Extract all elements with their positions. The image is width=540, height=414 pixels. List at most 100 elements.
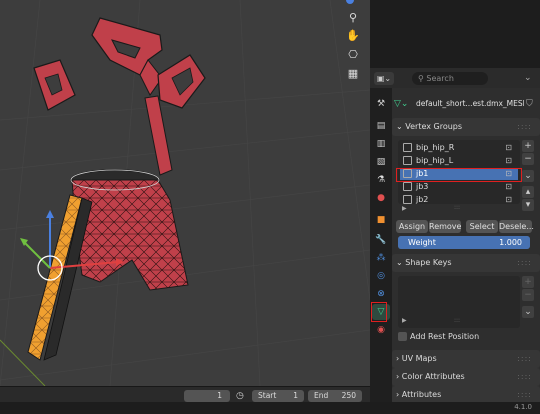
status-bar: 4.1.0 xyxy=(0,402,540,414)
chevron-down-icon[interactable]: ⌄ xyxy=(524,72,534,85)
properties-tabs: ⚒ ▤ ▥ ▧ ⚗ ● ■ 🔧 ⁂ ◎ ⊗ ▽ ◉ xyxy=(370,88,392,402)
add-shape-key-button[interactable]: + xyxy=(522,276,534,288)
properties-header: ▣⌄ ⚲ Search ⌄ xyxy=(370,68,540,88)
mesh-ring-left xyxy=(33,59,76,111)
weight-value: 1.000 xyxy=(499,238,522,247)
camera-icon[interactable]: ⎔ xyxy=(343,45,363,63)
vertex-group-label: bip_hip_L xyxy=(416,156,454,165)
mesh-data-icon[interactable]: ▽⌄ xyxy=(394,98,416,110)
attributes-title: Attributes xyxy=(401,390,442,399)
assign-button[interactable]: Assign xyxy=(396,220,428,233)
output-icon[interactable]: ▥ xyxy=(372,136,390,152)
scene-icon[interactable]: ⚗ xyxy=(372,172,390,188)
remove-vertex-group-button[interactable]: − xyxy=(522,153,534,165)
view-layer-icon[interactable]: ▧ xyxy=(372,154,390,170)
viewport-scene[interactable] xyxy=(0,0,370,386)
world-icon[interactable]: ● xyxy=(372,190,390,206)
mesh-ring-right xyxy=(157,54,206,109)
color-attributes-title: Color Attributes xyxy=(401,372,465,381)
drag-grip-icon[interactable]: :::: xyxy=(517,368,532,386)
start-value: 1 xyxy=(293,391,298,400)
start-label: Start xyxy=(258,391,277,400)
vertex-group-icon xyxy=(403,143,412,152)
list-item[interactable]: bip_hip_R ⊡ xyxy=(400,142,518,154)
version-label: 4.1.0 xyxy=(514,403,532,411)
mesh-selected-strip xyxy=(27,194,93,361)
navigation-gizmo-column: ⚲ ✋ ⎔ ▦ xyxy=(340,0,366,100)
particles-icon[interactable]: ⁂ xyxy=(372,250,390,266)
vertex-groups-title: Vertex Groups xyxy=(405,122,463,131)
drag-grip-icon[interactable]: :::: xyxy=(517,350,532,368)
lock-icon[interactable]: ⊡ xyxy=(505,155,512,167)
editor-type-button[interactable]: ▣⌄ xyxy=(374,72,394,85)
mesh-data-properties: ▽⌄ default_short...est.dmx_MESH ⛉ ⌄ Vert… xyxy=(392,88,540,402)
start-frame-field[interactable]: Start 1 xyxy=(252,390,304,402)
lock-icon[interactable]: ⊡ xyxy=(505,142,512,154)
vertex-group-label: bip_hip_R xyxy=(416,143,455,152)
resize-grip-icon[interactable]: ::: xyxy=(454,318,464,324)
weight-label: Weight xyxy=(408,238,436,247)
tool-icon[interactable]: ⚒ xyxy=(372,96,390,112)
expand-arrow-icon[interactable]: ▶ xyxy=(402,318,408,324)
3d-viewport[interactable]: ⚲ ✋ ⎔ ▦ xyxy=(0,0,370,386)
move-down-button[interactable]: ▾ xyxy=(522,199,534,211)
vertex-groups-header[interactable]: ⌄ Vertex Groups :::: xyxy=(392,118,540,136)
selection-highlight xyxy=(396,168,522,182)
vertex-group-icon xyxy=(403,195,412,204)
drag-grip-icon[interactable]: :::: xyxy=(517,386,532,402)
list-item[interactable]: bip_hip_L ⊡ xyxy=(400,155,518,167)
mesh-strap xyxy=(144,95,173,176)
uv-maps-header[interactable]: › UV Maps :::: xyxy=(392,350,540,368)
add-rest-position-checkbox[interactable] xyxy=(398,332,407,341)
add-rest-position-label: Add Rest Position xyxy=(410,332,480,341)
clock-icon[interactable]: ◷ xyxy=(236,390,248,402)
data-tab-highlight xyxy=(371,302,387,322)
uv-maps-title: UV Maps xyxy=(401,354,437,363)
list-item[interactable]: jb3 ⊡ xyxy=(400,181,518,193)
search-input[interactable]: ⚲ Search xyxy=(412,72,488,85)
zoom-icon[interactable]: ⚲ xyxy=(343,8,363,26)
material-icon[interactable]: ◉ xyxy=(372,322,390,338)
specials-menu-button[interactable]: ⌄ xyxy=(522,170,534,182)
attributes-header[interactable]: › Attributes :::: xyxy=(392,386,540,402)
color-attributes-header[interactable]: › Color Attributes :::: xyxy=(392,368,540,386)
vertex-group-icon xyxy=(403,182,412,191)
grid-icon[interactable]: ▦ xyxy=(343,64,363,82)
shape-key-menu-button[interactable]: ⌄ xyxy=(522,306,534,318)
mesh-loop-top xyxy=(91,17,163,96)
timeline-bar: 1 ◷ Start 1 End 250 xyxy=(0,386,370,402)
hand-icon[interactable]: ✋ xyxy=(343,26,363,44)
end-label: End xyxy=(314,391,329,400)
end-value: 250 xyxy=(341,391,356,400)
select-button[interactable]: Select xyxy=(466,220,498,233)
chevron-down-icon: ⌄ xyxy=(396,258,406,267)
shape-keys-title: Shape Keys xyxy=(405,258,452,267)
drag-grip-icon[interactable]: :::: xyxy=(517,254,532,272)
vertex-group-icon xyxy=(403,156,412,165)
weight-slider[interactable]: Weight 1.000 xyxy=(398,236,530,249)
render-icon[interactable]: ▤ xyxy=(372,118,390,134)
shield-icon[interactable]: ⛉ xyxy=(526,98,536,110)
modifier-icon[interactable]: 🔧 xyxy=(372,232,390,248)
current-frame-field[interactable]: 1 xyxy=(184,390,230,402)
move-up-button[interactable]: ▴ xyxy=(522,186,534,198)
constraints-icon[interactable]: ⊗ xyxy=(372,286,390,302)
object-icon[interactable]: ■ xyxy=(372,212,390,228)
list-item[interactable]: jb2 ⊡ xyxy=(400,194,518,204)
deselect-button[interactable]: Desele... xyxy=(499,220,534,233)
physics-icon[interactable]: ◎ xyxy=(372,268,390,284)
shape-keys-header[interactable]: ⌄ Shape Keys :::: xyxy=(392,254,540,272)
end-frame-field[interactable]: End 250 xyxy=(308,390,362,402)
drag-grip-icon[interactable]: :::: xyxy=(517,118,532,136)
lock-icon[interactable]: ⊡ xyxy=(505,194,512,206)
vertex-group-label: jb3 xyxy=(416,182,429,191)
add-vertex-group-button[interactable]: + xyxy=(522,140,534,152)
mesh-name-field[interactable]: default_short...est.dmx_MESH xyxy=(416,98,524,110)
chevron-down-icon: ⌄ xyxy=(396,122,406,131)
remove-shape-key-button[interactable]: − xyxy=(522,289,534,301)
resize-grip-icon[interactable]: ::: xyxy=(454,205,464,211)
remove-button[interactable]: Remove xyxy=(429,220,461,233)
expand-arrow-icon[interactable]: ▶ xyxy=(402,206,408,212)
mesh-skirt xyxy=(70,169,189,291)
lock-icon[interactable]: ⊡ xyxy=(505,181,512,193)
